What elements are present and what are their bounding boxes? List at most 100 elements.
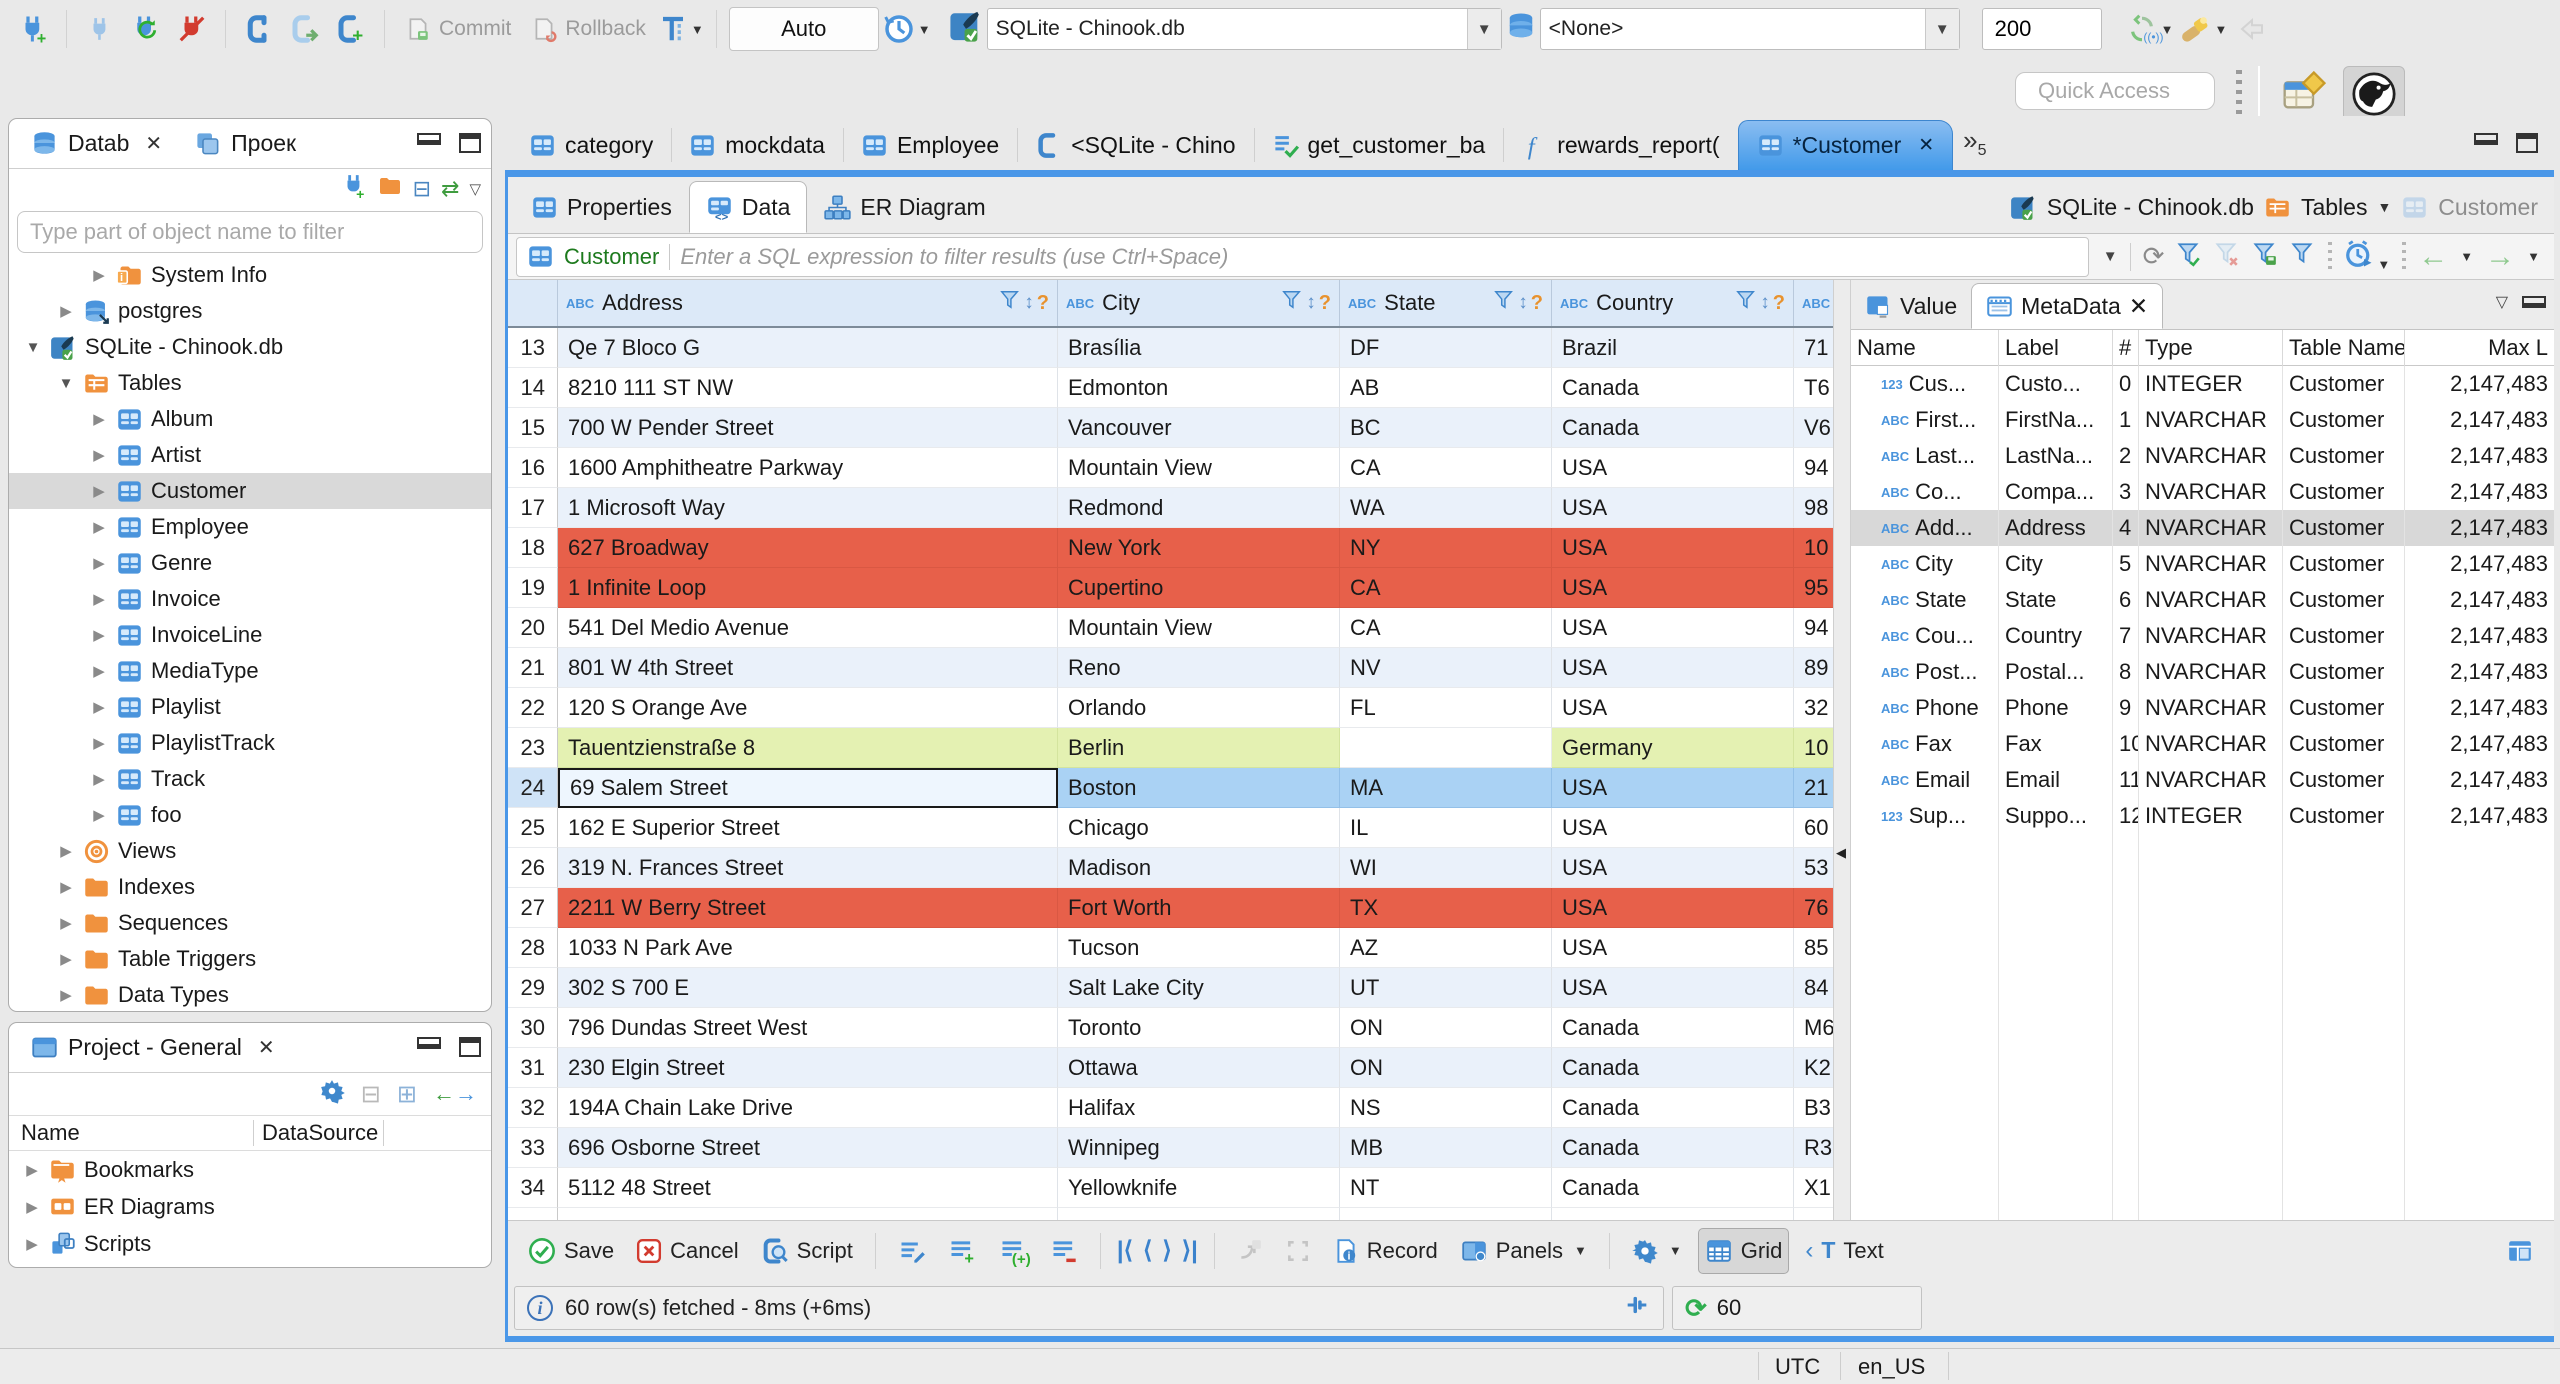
grid-cell[interactable]: 302 S 700 E: [558, 968, 1058, 1008]
grid-cell[interactable]: USA: [1552, 928, 1794, 968]
tree-item-employee[interactable]: ▶ Employee: [9, 509, 491, 545]
grid-cell[interactable]: 696 Osborne Street: [558, 1128, 1058, 1168]
tree-item-invoiceline[interactable]: ▶ InvoiceLine: [9, 617, 491, 653]
connect-icon[interactable]: [79, 7, 121, 51]
metadata-type[interactable]: INTEGER: [2139, 798, 2283, 834]
connection-pin-icon[interactable]: [1623, 1291, 1651, 1325]
metadata-table-name[interactable]: Customer: [2283, 798, 2405, 834]
grid-cell[interactable]: M6: [1794, 1008, 1833, 1048]
new-connection-icon[interactable]: +: [12, 7, 54, 51]
metadata-ordinal[interactable]: 10: [2113, 726, 2139, 762]
breadcrumb-database[interactable]: SQLite - Chinook.db: [2047, 194, 2254, 221]
quick-access-input[interactable]: Quick Access: [2015, 72, 2215, 110]
grid-cell[interactable]: 84: [1794, 968, 1833, 1008]
tree-item-indexes[interactable]: ▶ Indexes: [9, 869, 491, 905]
grid-cell[interactable]: Salt Lake City: [1058, 968, 1340, 1008]
grid-cell[interactable]: Brasília: [1058, 328, 1340, 368]
chevron-right-icon[interactable]: ▶: [90, 446, 108, 464]
grid-cell[interactable]: USA: [1552, 488, 1794, 528]
metadata-name[interactable]: 123 Sup...: [1851, 798, 1999, 834]
metadata-ordinal[interactable]: 7: [2113, 618, 2139, 654]
grid-cell[interactable]: Qe 7 Bloco G: [558, 328, 1058, 368]
grid-cell[interactable]: 10: [1794, 728, 1833, 768]
grid-cell[interactable]: 194A Chain Lake Drive: [558, 1088, 1058, 1128]
metadata-ordinal[interactable]: 2: [2113, 438, 2139, 474]
grid-cell[interactable]: Canada: [1552, 1008, 1794, 1048]
metadata-row[interactable]: ABC Cou... Country 7 NVARCHAR Customer 2,147,4…: [1851, 618, 2554, 654]
grid-cell[interactable]: 1 Microsoft Way: [558, 488, 1058, 528]
metadata-ordinal[interactable]: 4: [2113, 510, 2139, 546]
grid-cell[interactable]: Canada: [1552, 1048, 1794, 1088]
metadata-row[interactable]: ABC City City 5 NVARCHAR Customer 2,147,483: [1851, 546, 2554, 582]
text-view-button[interactable]: ‹ T Text: [1799, 1228, 1889, 1274]
collapse-all-icon[interactable]: ⊟: [413, 176, 431, 202]
column-filter-icon[interactable]: [1493, 289, 1515, 317]
metadata-max-length[interactable]: 2,147,483: [2405, 762, 2554, 798]
grid-cell[interactable]: Cupertino: [1058, 568, 1340, 608]
row-number[interactable]: 33: [508, 1128, 558, 1168]
metadata-ordinal[interactable]: 12: [2113, 798, 2139, 834]
metadata-row[interactable]: ABC Add... Address 4 NVARCHAR Customer 2,147,4…: [1851, 510, 2554, 546]
metadata-max-length[interactable]: 2,147,483: [2405, 402, 2554, 438]
row-number[interactable]: 24: [508, 768, 558, 808]
metadata-type[interactable]: NVARCHAR: [2139, 654, 2283, 690]
grid-cell[interactable]: Reno: [1058, 648, 1340, 688]
metadata-table-name[interactable]: Customer: [2283, 402, 2405, 438]
grid-cell[interactable]: USA: [1552, 968, 1794, 1008]
save-filter-icon[interactable]: [2252, 241, 2278, 273]
metadata-name[interactable]: ABC State: [1851, 582, 1999, 618]
chevron-right-icon[interactable]: ▶: [90, 770, 108, 788]
metadata-max-length[interactable]: 2,147,483: [2405, 474, 2554, 510]
metadata-max-length[interactable]: 2,147,483: [2405, 582, 2554, 618]
sync-connection-icon[interactable]: ((•)) ▼: [2126, 7, 2174, 51]
metadata-ordinal[interactable]: 8: [2113, 654, 2139, 690]
tree-item-track[interactable]: ▶ Track: [9, 761, 491, 797]
metadata-max-length[interactable]: 2,147,483: [2405, 618, 2554, 654]
grid-cell[interactable]: Yellowknife: [1058, 1168, 1340, 1208]
duplicate-row-icon[interactable]: (+): [992, 1228, 1034, 1274]
grid-cell[interactable]: 2211 W Berry Street: [558, 888, 1058, 928]
column-header-partial[interactable]: ABC: [1794, 280, 1833, 326]
metadata-max-length[interactable]: 2,147,483: [2405, 366, 2554, 402]
grid-cell[interactable]: Canada: [1552, 368, 1794, 408]
chevron-right-icon[interactable]: ▶: [90, 698, 108, 716]
grid-cell[interactable]: 796 Dundas Street West: [558, 1008, 1058, 1048]
link-icon[interactable]: ←→: [433, 1081, 477, 1107]
grid-cell[interactable]: USA: [1552, 688, 1794, 728]
row-number[interactable]: 22: [508, 688, 558, 728]
editor-tab-category[interactable]: category: [511, 120, 671, 170]
grid-cell[interactable]: DF: [1340, 328, 1552, 368]
subtab-data[interactable]: <> Data: [688, 181, 808, 233]
combo-dropdown-icon[interactable]: ▼: [1924, 9, 1959, 49]
chevron-right-icon[interactable]: ▶: [23, 1235, 41, 1253]
grid-cell[interactable]: Halifax: [1058, 1088, 1340, 1128]
grid-cell[interactable]: USA: [1552, 888, 1794, 928]
metadata-max-length[interactable]: 2,147,483: [2405, 546, 2554, 582]
save-button[interactable]: Save: [522, 1228, 620, 1274]
chevron-right-icon[interactable]: ▶: [90, 410, 108, 428]
subtab-properties[interactable]: Properties: [514, 181, 689, 233]
reconnect-icon[interactable]: [125, 7, 167, 51]
grid-cell[interactable]: X1: [1794, 1168, 1833, 1208]
metadata-column-max-l[interactable]: Max L: [2405, 330, 2554, 366]
metadata-row[interactable]: ABC First... FirstNa... 1 NVARCHAR Customer 2,…: [1851, 402, 2554, 438]
grid-cell[interactable]: 94: [1794, 448, 1833, 488]
disconnect-icon[interactable]: [171, 7, 213, 51]
metadata-label[interactable]: Compa...: [1999, 474, 2113, 510]
chevron-right-icon[interactable]: ▶: [23, 1161, 41, 1179]
tree-item-tables[interactable]: ▼ Tables: [9, 365, 491, 401]
editor-tab-get-customer-ba[interactable]: get_customer_ba: [1253, 120, 1504, 170]
grid-cell[interactable]: ON: [1340, 1008, 1552, 1048]
grid-cell[interactable]: 1600 Amphitheatre Parkway: [558, 448, 1058, 488]
prev-row-icon[interactable]: ⟨: [1143, 1236, 1152, 1265]
chevron-right-icon[interactable]: ▶: [90, 266, 108, 284]
edit-cell-icon[interactable]: [892, 1228, 932, 1274]
chevron-right-icon[interactable]: ▶: [57, 302, 75, 320]
column-sort-icon[interactable]: ↕: [1024, 292, 1034, 314]
metadata-row[interactable]: ABC Post... Postal... 8 NVARCHAR Customer 2,14…: [1851, 654, 2554, 690]
metadata-table-name[interactable]: Customer: [2283, 546, 2405, 582]
metadata-name[interactable]: ABC Add...: [1851, 510, 1999, 546]
grid-cell[interactable]: Madison: [1058, 848, 1340, 888]
filter-expression-input[interactable]: Customer Enter a SQL expression to filte…: [516, 236, 2089, 277]
grid-cell[interactable]: Ottawa: [1058, 1048, 1340, 1088]
